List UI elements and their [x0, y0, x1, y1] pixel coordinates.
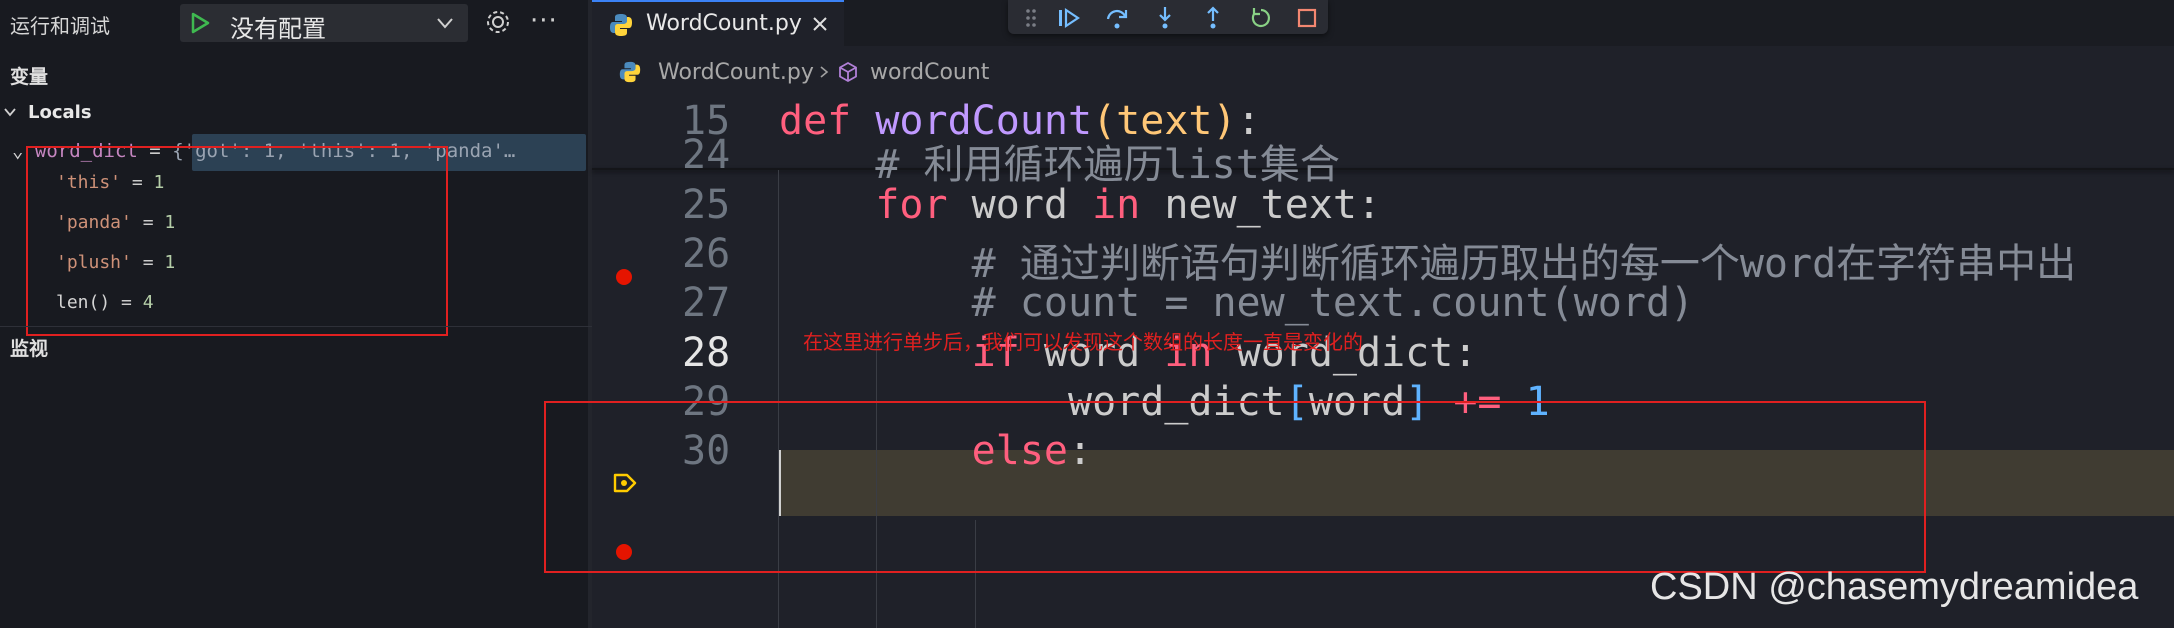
step-over-icon[interactable] — [1104, 5, 1130, 31]
more-actions-icon[interactable]: ··· — [530, 6, 558, 36]
chevron-down-icon[interactable] — [2, 104, 18, 120]
chevron-down-icon[interactable]: ⌄ — [12, 140, 23, 162]
breadcrumb-file[interactable]: WordCount.py — [658, 60, 814, 85]
code-editor[interactable]: 15 def wordCount(text): 24 # 利用循环遍历list集合 2… — [544, 98, 2174, 628]
code-line[interactable]: # count = new_text.count(word) — [779, 280, 1694, 326]
section-divider — [0, 326, 592, 327]
debug-sidebar: 运行和调试 没有配置 ··· 变量 Locals ⌄ word_dict = {… — [0, 0, 592, 628]
breadcrumb-symbol[interactable]: wordCount — [870, 60, 989, 85]
python-file-icon — [610, 14, 632, 36]
watermark: CSDN @chasemydreamidea — [1650, 566, 2139, 608]
line-number: 27 — [682, 280, 731, 326]
watch-section-title[interactable]: 监视 — [10, 334, 48, 361]
start-debugging-icon[interactable] — [186, 8, 214, 38]
run-and-debug-title: 运行和调试 — [10, 14, 110, 38]
restart-icon[interactable] — [1248, 5, 1274, 31]
tab-wordcount-py[interactable]: WordCount.py — [592, 0, 844, 46]
line-number: 25 — [682, 182, 731, 228]
close-icon[interactable] — [810, 14, 830, 34]
step-into-icon[interactable] — [1152, 5, 1178, 31]
stop-icon[interactable] — [1294, 5, 1320, 31]
breakpoint-icon[interactable] — [616, 269, 632, 285]
code-token: in — [1092, 182, 1165, 228]
gear-icon[interactable] — [484, 8, 512, 36]
variables-section-title[interactable]: 变量 — [10, 62, 48, 89]
chevron-right-icon — [820, 66, 829, 78]
code-line[interactable]: for word in new_text: — [779, 182, 1381, 228]
code-token: # count = new_text.count(word) — [779, 280, 1695, 326]
tab-label: WordCount.py — [646, 11, 802, 36]
launch-config-select[interactable]: 没有配置 — [180, 4, 468, 43]
annotation-text: 在这里进行单步后，我们可以发现这个数组的长度一直是变化的 — [803, 330, 1363, 354]
step-out-icon[interactable] — [1200, 5, 1226, 31]
annotation-box-variables — [26, 146, 448, 336]
code-token: for — [779, 182, 972, 228]
chevron-down-icon[interactable] — [434, 12, 456, 34]
locals-label: Locals — [28, 102, 92, 123]
sidebar-header: 运行和调试 没有配置 ··· — [0, 0, 592, 46]
method-symbol-icon — [839, 61, 857, 83]
breadcrumb: WordCount.py wordCount — [592, 56, 2174, 90]
line-number: 24 — [682, 132, 731, 178]
line-number: 26 — [682, 231, 731, 277]
drag-handle-icon[interactable] — [1018, 5, 1044, 31]
config-label: 没有配置 — [230, 15, 326, 43]
python-file-icon — [619, 61, 641, 83]
debug-toolbar — [1008, 0, 1328, 34]
continue-icon[interactable] — [1056, 5, 1082, 31]
code-token: word — [971, 182, 1093, 228]
line-number: 28 — [682, 330, 731, 376]
annotation-box-code — [544, 401, 1926, 573]
code-token: new_text: — [1164, 182, 1382, 228]
